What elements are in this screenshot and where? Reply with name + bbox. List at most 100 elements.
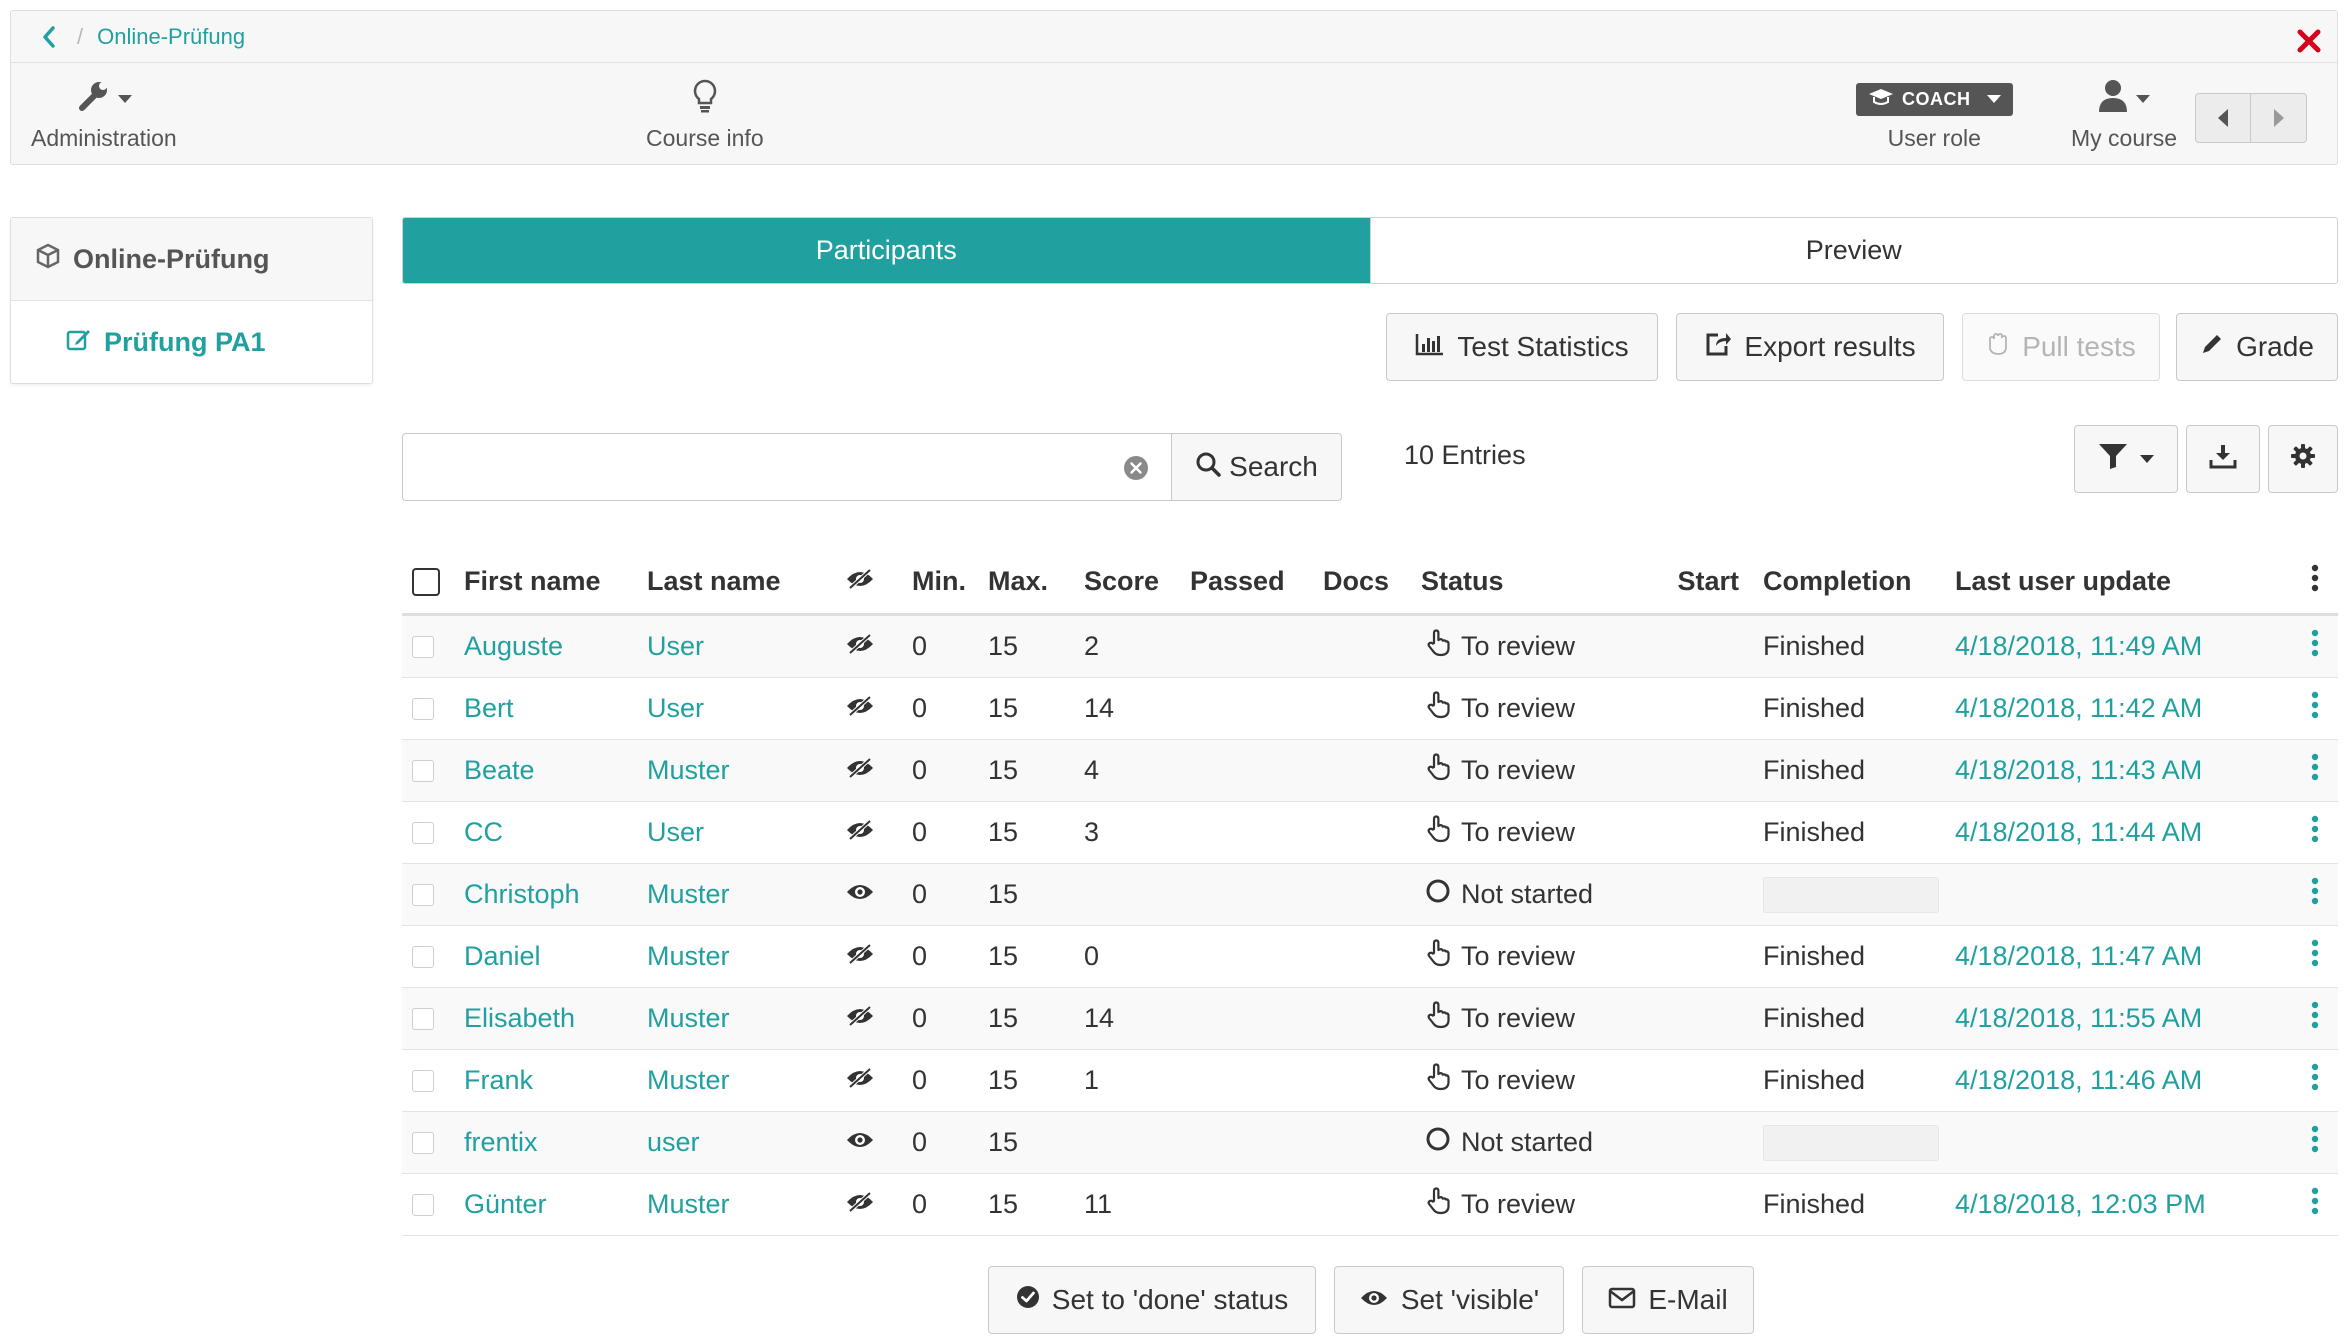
- header-docs[interactable]: Docs: [1323, 566, 1421, 597]
- eye-slash-icon[interactable]: [845, 941, 875, 972]
- previous-node-button[interactable]: [2195, 93, 2251, 143]
- cell-first-name[interactable]: frentix: [464, 1127, 647, 1158]
- row-checkbox[interactable]: [412, 1007, 434, 1030]
- cell-last-user-update[interactable]: 4/18/2018, 12:03 PM: [1955, 1189, 2292, 1220]
- menu-item-course-root[interactable]: Online-Prüfung: [11, 218, 372, 301]
- cell-first-name[interactable]: Christoph: [464, 879, 647, 910]
- breadcrumb-current[interactable]: Online-Prüfung: [97, 24, 245, 50]
- next-node-button[interactable]: [2251, 93, 2307, 143]
- pull-tests-button[interactable]: Pull tests: [1962, 313, 2160, 381]
- row-actions-menu[interactable]: [2292, 1001, 2338, 1036]
- header-last-name[interactable]: Last name: [647, 566, 830, 597]
- row-checkbox[interactable]: [412, 821, 434, 844]
- row-checkbox[interactable]: [412, 945, 434, 968]
- cell-last-user-update[interactable]: 4/18/2018, 11:42 AM: [1955, 693, 2292, 724]
- cell-last-name[interactable]: Muster: [647, 879, 830, 910]
- set-done-status-button[interactable]: Set to 'done' status: [988, 1266, 1316, 1334]
- header-visibility[interactable]: [830, 566, 890, 597]
- cell-last-user-update[interactable]: 4/18/2018, 11:43 AM: [1955, 755, 2292, 786]
- cell-first-name[interactable]: CC: [464, 817, 647, 848]
- cell-first-name[interactable]: Elisabeth: [464, 1003, 647, 1034]
- export-results-button[interactable]: Export results: [1676, 313, 1944, 381]
- eye-slash-icon[interactable]: [845, 1189, 875, 1220]
- cell-last-name[interactable]: Muster: [647, 755, 830, 786]
- cell-last-user-update[interactable]: 4/18/2018, 11:47 AM: [1955, 941, 2292, 972]
- eye-slash-icon[interactable]: [845, 631, 875, 662]
- eye-slash-icon[interactable]: [845, 817, 875, 848]
- cell-last-name[interactable]: user: [647, 1127, 830, 1158]
- header-status[interactable]: Status: [1421, 566, 1663, 597]
- row-checkbox[interactable]: [412, 1193, 434, 1216]
- header-completion[interactable]: Completion: [1759, 566, 1955, 597]
- cell-first-name[interactable]: Auguste: [464, 631, 647, 662]
- row-actions-menu[interactable]: [2292, 629, 2338, 664]
- eye-slash-icon[interactable]: [845, 1065, 875, 1096]
- cell-last-user-update[interactable]: 4/18/2018, 11:44 AM: [1955, 817, 2292, 848]
- cell-last-name[interactable]: Muster: [647, 1065, 830, 1096]
- header-passed[interactable]: Passed: [1190, 566, 1323, 597]
- header-score[interactable]: Score: [1080, 566, 1190, 597]
- cell-first-name[interactable]: Günter: [464, 1189, 647, 1220]
- eye-slash-icon[interactable]: [845, 755, 875, 786]
- row-actions-menu[interactable]: [2292, 877, 2338, 912]
- cell-last-name[interactable]: User: [647, 693, 830, 724]
- search-button[interactable]: Search: [1172, 433, 1342, 501]
- course-info-button[interactable]: Course info: [646, 77, 764, 152]
- row-checkbox[interactable]: [412, 1069, 434, 1092]
- menu-item-pruefung-pa1[interactable]: Prüfung PA1: [11, 301, 372, 384]
- test-statistics-button[interactable]: Test Statistics: [1386, 313, 1658, 381]
- header-min[interactable]: Min.: [890, 566, 982, 597]
- back-chevron-icon[interactable]: [31, 19, 67, 55]
- cell-last-name[interactable]: Muster: [647, 941, 830, 972]
- row-actions-menu[interactable]: [2292, 691, 2338, 726]
- cell-first-name[interactable]: Bert: [464, 693, 647, 724]
- row-actions-menu[interactable]: [2292, 815, 2338, 850]
- tab-participants[interactable]: Participants: [403, 218, 1370, 283]
- cell-last-name[interactable]: User: [647, 817, 830, 848]
- close-icon[interactable]: [2295, 27, 2323, 55]
- clear-search-icon[interactable]: [1123, 455, 1149, 481]
- row-actions-menu[interactable]: [2292, 939, 2338, 974]
- cell-last-user-update[interactable]: 4/18/2018, 11:49 AM: [1955, 631, 2292, 662]
- row-checkbox[interactable]: [412, 635, 434, 658]
- row-checkbox[interactable]: [412, 883, 434, 906]
- table-settings-button[interactable]: [2268, 425, 2338, 493]
- row-checkbox[interactable]: [412, 759, 434, 782]
- email-button[interactable]: E-Mail: [1582, 1266, 1754, 1334]
- eye-icon[interactable]: [845, 1127, 875, 1158]
- eye-icon[interactable]: [845, 879, 875, 910]
- search-icon: [1195, 451, 1221, 484]
- select-all-checkbox[interactable]: [412, 567, 440, 596]
- row-actions-menu[interactable]: [2292, 1187, 2338, 1222]
- eye-slash-icon[interactable]: [845, 1003, 875, 1034]
- header-max[interactable]: Max.: [982, 566, 1080, 597]
- cell-first-name[interactable]: Frank: [464, 1065, 647, 1096]
- header-first-name[interactable]: First name: [464, 566, 647, 597]
- user-role-menu[interactable]: COACH User role: [1856, 77, 2013, 152]
- filter-button[interactable]: [2074, 425, 2178, 493]
- grade-button[interactable]: Grade: [2176, 313, 2338, 381]
- cell-visibility: [830, 941, 890, 972]
- set-visible-button[interactable]: Set 'visible': [1334, 1266, 1564, 1334]
- row-actions-menu[interactable]: [2292, 753, 2338, 788]
- cell-last-user-update[interactable]: 4/18/2018, 11:46 AM: [1955, 1065, 2292, 1096]
- cell-first-name[interactable]: Beate: [464, 755, 647, 786]
- cell-first-name[interactable]: Daniel: [464, 941, 647, 972]
- download-button[interactable]: [2186, 425, 2260, 493]
- row-checkbox[interactable]: [412, 697, 434, 720]
- search-input[interactable]: [403, 434, 1171, 500]
- header-column-menu[interactable]: [2292, 564, 2338, 599]
- header-start[interactable]: Start: [1663, 566, 1759, 597]
- cell-last-name[interactable]: Muster: [647, 1003, 830, 1034]
- eye-slash-icon[interactable]: [845, 693, 875, 724]
- cell-last-user-update[interactable]: 4/18/2018, 11:55 AM: [1955, 1003, 2292, 1034]
- row-checkbox[interactable]: [412, 1131, 434, 1154]
- row-actions-menu[interactable]: [2292, 1125, 2338, 1160]
- cell-last-name[interactable]: Muster: [647, 1189, 830, 1220]
- header-last-user-update[interactable]: Last user update: [1955, 566, 2292, 597]
- my-course-menu[interactable]: My course: [2071, 77, 2177, 152]
- row-actions-menu[interactable]: [2292, 1063, 2338, 1098]
- administration-menu[interactable]: Administration: [31, 77, 177, 152]
- cell-last-name[interactable]: User: [647, 631, 830, 662]
- tab-preview[interactable]: Preview: [1369, 218, 2337, 283]
